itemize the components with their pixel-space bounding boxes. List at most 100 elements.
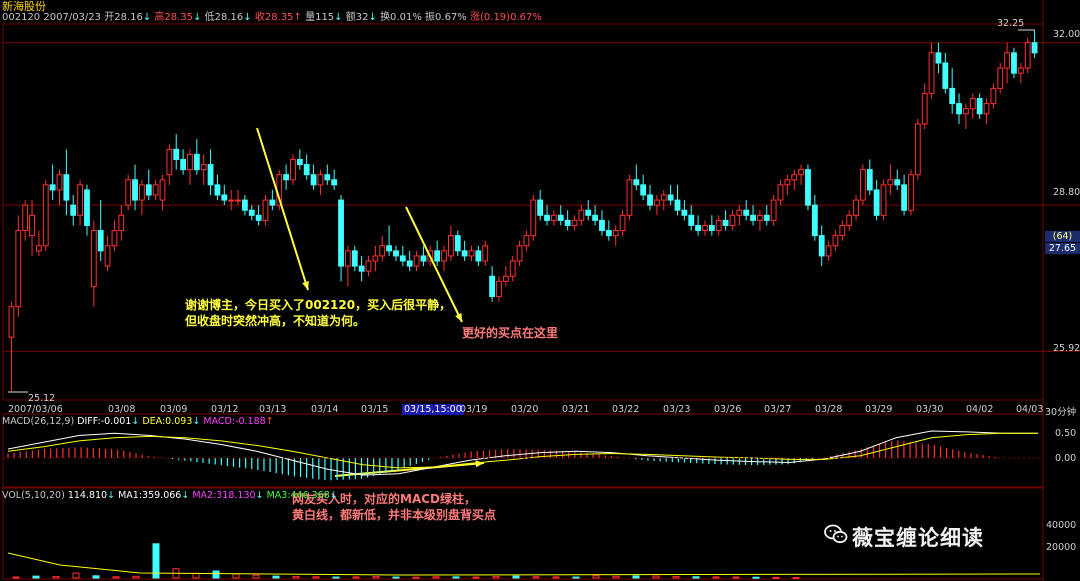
volume-bar	[252, 574, 260, 579]
candle-body	[908, 174, 914, 211]
volume-bar	[232, 573, 240, 579]
low-price: 低28.16	[204, 12, 244, 23]
candle-body	[200, 164, 207, 171]
candle-body	[166, 148, 173, 176]
candle-body	[969, 98, 976, 110]
date-tick: 04/02	[966, 404, 994, 415]
comment-line-2: 但收盘时突然冲高，不知道为何。	[185, 314, 366, 328]
volume-bar	[652, 575, 660, 579]
candle-body	[564, 219, 571, 226]
candle-body	[894, 179, 901, 186]
current-price-badge: 27.65	[1045, 243, 1080, 254]
volume-bar	[432, 576, 440, 579]
volume-bar	[452, 576, 460, 579]
candle-body	[983, 103, 990, 115]
price-tick-28-8: 28.80	[1053, 187, 1080, 198]
candle-body	[152, 184, 159, 196]
volume-bar	[12, 576, 20, 579]
macd-dea: DEA:0.093	[142, 416, 193, 427]
candle-body	[84, 189, 90, 226]
date-tick: 03/13	[259, 404, 287, 415]
change-value: 涨(0.19)0.67%	[470, 12, 542, 23]
volume-bar	[732, 576, 740, 579]
candle-body	[441, 250, 447, 262]
candle-body	[887, 179, 894, 186]
vol-axis-40000: 40000	[1046, 520, 1077, 531]
high-marker-label: 32.25	[997, 18, 1025, 29]
candle-body	[530, 199, 537, 237]
macd-header: MACD(26,12,9) DIFF:-0.001↓ DEA:0.093↓ MA…	[2, 416, 274, 427]
candle-body	[70, 204, 77, 216]
volume-bar	[792, 577, 800, 580]
candle-body	[805, 169, 811, 206]
low-marker-label: 25.12	[28, 393, 56, 404]
volume-bar	[572, 576, 580, 579]
vol-axis-20000: 20000	[1046, 542, 1077, 553]
candle-body	[489, 275, 496, 298]
candle-body	[956, 103, 962, 115]
price-tick-32: 32.00	[1053, 29, 1080, 40]
candle-body	[8, 306, 15, 338]
candle-body	[1024, 42, 1031, 69]
count-badge: (64)	[1045, 231, 1080, 242]
candle-body	[49, 184, 56, 191]
candle-body	[338, 199, 344, 267]
candle-body	[578, 209, 585, 221]
candle-body	[770, 199, 777, 221]
date-tick: 03/15	[361, 404, 389, 415]
date-tick: 03/09	[160, 404, 188, 415]
candle-body	[818, 235, 825, 257]
macd-axis-0: 0.00	[1055, 453, 1077, 464]
watermark-text: 薇宝缠论细读	[852, 526, 984, 550]
candle-body	[928, 52, 935, 94]
candle-body	[159, 179, 166, 201]
date-tick: 03/23	[663, 404, 691, 415]
candle-body	[715, 219, 722, 232]
volume-ma-line	[7, 552, 1041, 576]
volume-bar	[712, 576, 720, 579]
candle-body	[914, 123, 921, 176]
candle-body	[235, 199, 241, 202]
candle-body	[997, 67, 1004, 89]
date-tick: 03/22	[612, 404, 640, 415]
candle-body	[777, 184, 784, 201]
volume-bar	[372, 576, 380, 579]
volume-bar	[772, 576, 780, 579]
vol-value: 114.810	[67, 490, 108, 501]
volume-bar	[312, 576, 320, 579]
candle-body	[832, 235, 839, 247]
arrow-buy-comment-head	[302, 281, 309, 290]
candle-body	[1004, 52, 1011, 69]
candle-body	[557, 214, 564, 221]
volume-bar	[92, 575, 100, 579]
candle-body	[283, 174, 290, 181]
candle-body	[976, 98, 983, 115]
volume-bar	[212, 570, 220, 579]
candle-body	[1031, 42, 1038, 54]
candle-body	[15, 230, 22, 308]
candle-body	[660, 194, 667, 201]
candle-body	[791, 174, 798, 181]
candle-body	[811, 204, 818, 237]
volume-bar	[332, 576, 340, 579]
candle-body	[1017, 67, 1024, 74]
candle-body	[475, 250, 482, 262]
volume-bar	[52, 576, 60, 579]
candle-body	[132, 179, 138, 201]
candle-body	[846, 214, 853, 226]
candle-body	[853, 199, 859, 216]
candle-body	[434, 250, 441, 262]
macd-diff-line	[7, 430, 1038, 476]
candle-body	[681, 209, 688, 216]
candle-body	[695, 224, 702, 232]
better-buy-point-note: 更好的买点在这里	[462, 326, 559, 340]
volume-bar	[112, 576, 120, 579]
date-tick: 03/08	[108, 404, 136, 415]
candle-body	[255, 214, 262, 221]
candle-body	[921, 92, 928, 125]
candle-body	[331, 179, 338, 186]
candle-body	[63, 174, 70, 201]
candle-body	[29, 214, 35, 237]
candle-body	[262, 199, 269, 221]
candle-body	[221, 194, 228, 201]
